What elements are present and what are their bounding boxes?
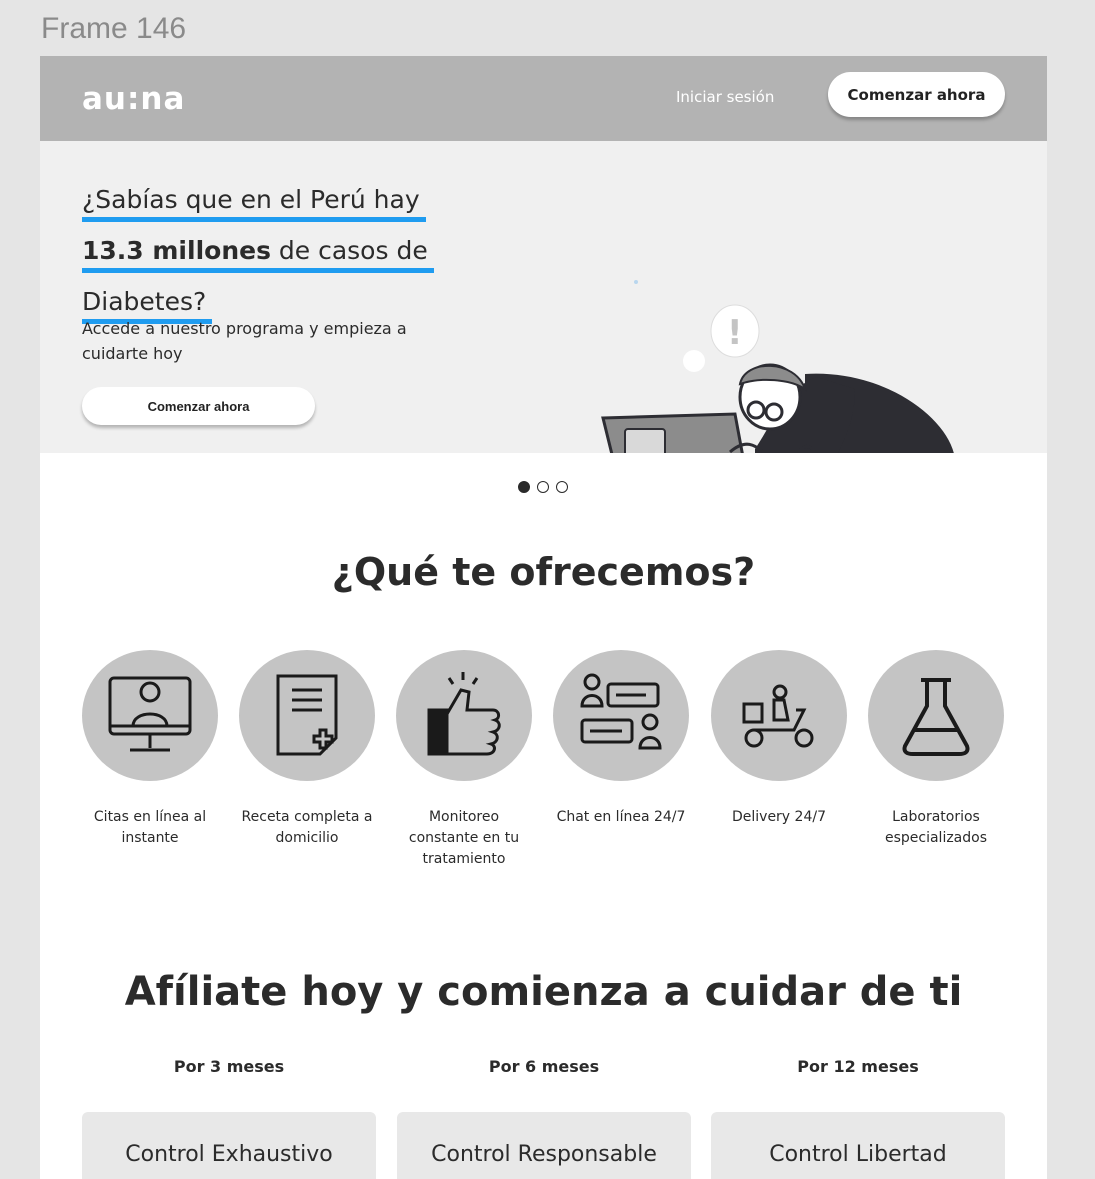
plan-period-3: Por 3 meses	[173, 1057, 285, 1076]
hero-subtitle: Accede a nuestro programa y empieza a cu…	[82, 319, 407, 363]
delivery-scooter-icon	[742, 684, 814, 748]
hero-title-highlight: 13.3 millones	[82, 236, 271, 265]
service-icon-circle	[868, 650, 1004, 781]
prescription-icon	[276, 674, 338, 756]
offers-title: ¿Qué te ofrecemos?	[331, 550, 756, 594]
service-icon-circle	[711, 650, 847, 781]
person-laptop-illustration: !	[601, 280, 954, 453]
services-row: Citas en línea al instante Receta comple…	[82, 650, 1006, 880]
svg-text:!: !	[727, 313, 743, 353]
service-monitoring[interactable]: Monitoreo constante en tu tratamiento	[396, 650, 532, 870]
header-start-button[interactable]: Comenzar ahora	[828, 72, 1005, 117]
service-label: Laboratorios especializados	[884, 809, 988, 846]
service-online-appointments[interactable]: Citas en línea al instante	[82, 650, 218, 849]
carousel-dots	[518, 481, 568, 493]
flask-icon	[902, 678, 970, 756]
plan-name: Control Responsable	[431, 1142, 657, 1167]
chat-icon	[580, 673, 662, 750]
service-prescription[interactable]: Receta completa a domicilio	[239, 650, 375, 849]
service-label: Monitoreo constante en tu tratamiento	[408, 809, 520, 867]
brand-logo[interactable]: au:na	[82, 81, 185, 117]
hero-title: ¿Sabías que en el Perú hay 13.3 millones…	[82, 179, 502, 332]
service-chat[interactable]: Chat en línea 24/7	[553, 650, 689, 828]
service-icon-circle	[396, 650, 532, 781]
landing-page: au:na Iniciar sesión Comenzar ahora ¿Sab…	[40, 56, 1047, 1179]
service-icon-circle	[553, 650, 689, 781]
carousel-dot-3[interactable]	[556, 481, 568, 493]
frame-label: Frame 146	[41, 12, 187, 45]
login-link[interactable]: Iniciar sesión	[676, 88, 774, 106]
service-label: Citas en línea al instante	[93, 809, 207, 846]
service-icon-circle	[82, 650, 218, 781]
service-delivery[interactable]: Delivery 24/7	[711, 650, 847, 828]
service-icon-circle	[239, 650, 375, 781]
plan-name: Control Libertad	[769, 1142, 947, 1167]
hero-title-line-2-rest: de casos de	[270, 236, 428, 265]
plan-card-exhaustivo[interactable]: Control Exhaustivo	[82, 1112, 376, 1179]
plan-card-libertad[interactable]: Control Libertad	[711, 1112, 1005, 1179]
top-navbar: au:na Iniciar sesión Comenzar ahora	[40, 56, 1047, 141]
thumbs-up-icon	[427, 672, 501, 756]
plan-name: Control Exhaustivo	[125, 1142, 333, 1167]
service-label: Receta completa a domicilio	[241, 809, 373, 846]
plan-period-12: Por 12 meses	[797, 1057, 919, 1076]
service-laboratories[interactable]: Laboratorios especializados	[868, 650, 1004, 849]
plan-card-responsable[interactable]: Control Responsable	[397, 1112, 691, 1179]
service-label: Delivery 24/7	[731, 809, 826, 825]
hero-banner: ¿Sabías que en el Perú hay 13.3 millones…	[40, 141, 1047, 453]
carousel-dot-2[interactable]	[537, 481, 549, 493]
carousel-dot-1[interactable]	[518, 481, 530, 493]
hero-title-line-2: 13.3 millones de casos de	[82, 234, 434, 273]
plan-period-6: Por 6 meses	[488, 1057, 600, 1076]
hero-start-button[interactable]: Comenzar ahora	[82, 387, 315, 425]
plans-title: Afíliate hoy y comienza a cuidar de ti	[124, 969, 963, 1015]
hero-title-line-1: ¿Sabías que en el Perú hay	[82, 183, 426, 222]
doctor-monitor-icon	[108, 676, 192, 752]
service-label: Chat en línea 24/7	[556, 809, 686, 825]
